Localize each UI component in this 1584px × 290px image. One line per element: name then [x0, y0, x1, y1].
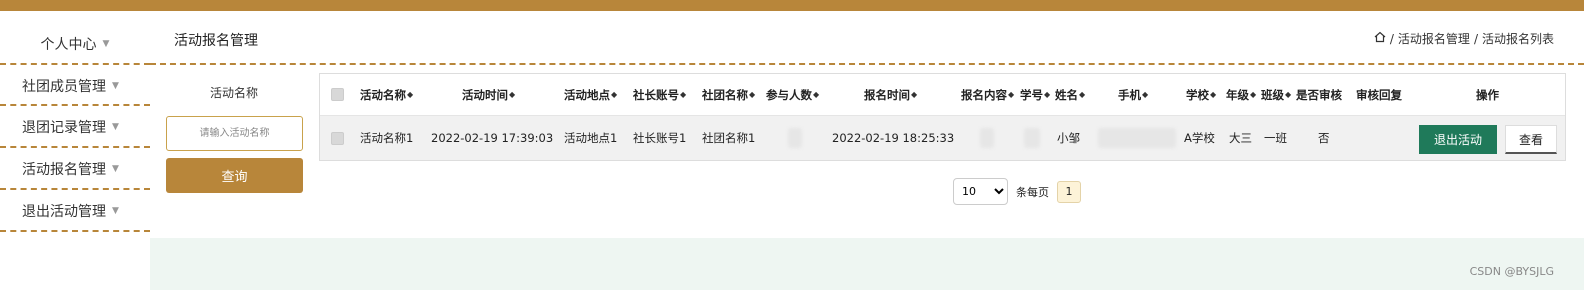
search-button[interactable]: 查询 — [166, 158, 303, 193]
sort-icon: ◆ — [1142, 90, 1149, 99]
cell-grade: 大三 — [1229, 131, 1252, 145]
select-all-checkbox[interactable] — [331, 74, 344, 115]
sort-icon: ◆ — [1079, 90, 1086, 99]
cell-school: A学校 — [1184, 131, 1215, 145]
cell-class: 一班 — [1264, 131, 1287, 145]
column-header[interactable]: 社团名称 ◆ — [702, 74, 755, 115]
cell-phone-redacted — [1098, 116, 1176, 160]
chevron-down-icon: ▼ — [112, 206, 119, 216]
column-header[interactable]: 参与人数 ◆ — [766, 74, 819, 115]
page-number-current[interactable]: 1 — [1057, 180, 1081, 203]
sort-icon: ◆ — [509, 90, 516, 99]
column-header[interactable]: 报名内容 ◆ — [961, 74, 1014, 115]
cell-leader-account: 社长账号1 — [633, 131, 687, 145]
pagination: 10 条每页 1 — [953, 178, 1081, 205]
sort-icon: ◆ — [749, 90, 756, 99]
column-header[interactable]: 学号 ◆ — [1020, 74, 1050, 115]
top-bar — [0, 0, 1584, 11]
sort-icon: ◆ — [1285, 90, 1292, 99]
cell-participants-redacted — [788, 116, 802, 160]
cell-activity-name: 活动名称1 — [360, 131, 414, 145]
sort-icon: ◆ — [407, 90, 414, 99]
sort-icon: ◆ — [911, 90, 918, 99]
chevron-down-icon: ▼ — [112, 164, 119, 174]
per-page-label: 条每页 — [1016, 185, 1049, 199]
breadcrumb-separator: / — [1473, 31, 1478, 46]
cell-activity-time: 2022-02-19 17:39:03 — [431, 131, 554, 145]
column-header[interactable]: 姓名 ◆ — [1055, 74, 1085, 115]
table-row: 活动名称1 2022-02-19 17:39:03 活动地点1 社长账号1 社团… — [320, 116, 1565, 160]
cell-club-name: 社团名称1 — [702, 131, 756, 145]
sort-icon: ◆ — [1044, 90, 1051, 99]
divider — [0, 230, 150, 232]
cell-signup-time: 2022-02-19 18:25:33 — [832, 131, 955, 145]
sidebar-item-label: 社团成员管理 — [22, 79, 106, 95]
column-header[interactable]: 活动名称 ◆ — [360, 74, 413, 115]
row-checkbox[interactable] — [331, 116, 344, 160]
cell-activity-location: 活动地点1 — [564, 131, 618, 145]
sidebar: 个人中心 ▼ 社团成员管理 ▼ 退团记录管理 ▼ 活动报名管理 ▼ 退出活动管理… — [0, 11, 150, 290]
sidebar-item-activity-signup-management[interactable]: 活动报名管理 ▼ — [0, 148, 150, 190]
sort-icon: ◆ — [680, 90, 687, 99]
sidebar-item-quit-activity-management[interactable]: 退出活动管理 ▼ — [0, 190, 150, 232]
sort-icon: ◆ — [1250, 90, 1257, 99]
column-header: 审核回复 — [1356, 87, 1402, 102]
sidebar-item-label: 活动报名管理 — [22, 162, 106, 178]
sort-icon: ◆ — [1008, 90, 1015, 99]
sort-icon: ◆ — [611, 90, 618, 99]
search-input[interactable] — [166, 116, 303, 151]
column-header[interactable]: 手机 ◆ — [1118, 74, 1148, 115]
column-header[interactable]: 学校 ◆ — [1186, 74, 1216, 115]
sidebar-item-label: 退出活动管理 — [22, 204, 106, 220]
cell-reviewed: 否 — [1318, 131, 1330, 145]
breadcrumb: / 活动报名管理 / 活动报名列表 — [1374, 30, 1554, 47]
column-header: 操作 — [1476, 87, 1499, 102]
search-label: 活动名称 — [209, 86, 258, 100]
breadcrumb-item[interactable]: 活动报名管理 — [1398, 30, 1470, 47]
chevron-down-icon: ▼ — [112, 122, 119, 132]
page-title: 活动报名管理 — [174, 33, 258, 49]
column-header[interactable]: 社长账号 ◆ — [633, 74, 686, 115]
table-header: 活动名称 ◆ 活动时间 ◆ 活动地点 ◆ 社长账号 ◆ 社团名称 ◆ 参与人数 ◆ 报名时间… — [320, 74, 1565, 116]
sidebar-item-quit-record-management[interactable]: 退团记录管理 ▼ — [0, 106, 150, 148]
footer-band — [150, 238, 1584, 290]
column-header[interactable]: 班级 ◆ — [1261, 74, 1291, 115]
column-header: 是否审核 — [1296, 87, 1342, 102]
chevron-down-icon: ▼ — [112, 81, 119, 91]
chevron-down-icon: ▼ — [102, 39, 110, 49]
sidebar-item-label: 个人中心 — [40, 37, 97, 53]
breadcrumb-separator: / — [1389, 31, 1394, 46]
page-size-select[interactable]: 10 — [953, 178, 1008, 205]
data-table: 活动名称 ◆ 活动时间 ◆ 活动地点 ◆ 社长账号 ◆ 社团名称 ◆ 参与人数 ◆ 报名时间… — [319, 73, 1566, 161]
cell-student-id-redacted — [1024, 116, 1040, 160]
sidebar-item-personal-center[interactable]: 个人中心 ▼ — [0, 23, 150, 65]
column-header[interactable]: 报名时间 ◆ — [864, 74, 917, 115]
view-button[interactable]: 查看 — [1505, 125, 1557, 154]
sort-icon: ◆ — [1210, 90, 1217, 99]
exit-activity-button[interactable]: 退出活动 — [1419, 125, 1497, 154]
breadcrumb-item: 活动报名列表 — [1481, 32, 1554, 46]
column-header[interactable]: 活动地点 ◆ — [564, 74, 617, 115]
cell-signup-content-redacted — [980, 116, 994, 160]
sidebar-item-label: 退团记录管理 — [22, 120, 106, 136]
home-icon[interactable] — [1374, 31, 1386, 46]
cell-name: 小邹 — [1057, 131, 1080, 145]
sort-icon: ◆ — [813, 90, 820, 99]
column-header[interactable]: 活动时间 ◆ — [462, 74, 515, 115]
divider — [150, 63, 1584, 65]
column-header[interactable]: 年级 ◆ — [1226, 74, 1256, 115]
sidebar-item-member-management[interactable]: 社团成员管理 ▼ — [0, 65, 150, 107]
watermark: CSDN @BYSJLG — [1469, 265, 1554, 278]
